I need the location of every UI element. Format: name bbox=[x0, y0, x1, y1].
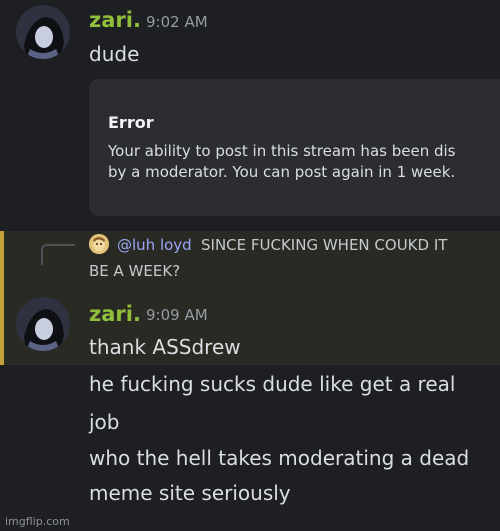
username[interactable]: zari. bbox=[89, 302, 141, 326]
message-line: who the hell takes moderating a dead bbox=[89, 446, 470, 470]
reply-text-line-2[interactable]: BE A WEEK? bbox=[89, 262, 180, 280]
embed-title: Error bbox=[108, 113, 154, 132]
watermark: imgflip.com bbox=[5, 515, 70, 528]
reply-mention[interactable]: @luh loyd bbox=[117, 236, 192, 254]
message-line: he fucking sucks dude like get a real bbox=[89, 372, 456, 396]
message-text: dude bbox=[89, 42, 140, 66]
reply-connector-icon bbox=[41, 244, 75, 265]
error-embed: Error Your ability to post in this strea… bbox=[89, 79, 500, 216]
message-line: meme site seriously bbox=[89, 481, 291, 505]
timestamp: 9:09 AM bbox=[146, 306, 208, 324]
reply-avatar[interactable] bbox=[89, 234, 109, 254]
timestamp: 9:02 AM bbox=[146, 13, 208, 31]
user-avatar[interactable] bbox=[16, 5, 70, 59]
embed-body-line-1: Your ability to post in this stream has … bbox=[108, 142, 456, 160]
embed-body-line-2: by a moderator. You can post again in 1 … bbox=[108, 163, 456, 181]
username[interactable]: zari. bbox=[89, 8, 141, 32]
embed-body: Your ability to post in this stream has … bbox=[108, 141, 455, 183]
highlight-bar bbox=[0, 231, 4, 365]
message-line: thank ASSdrew bbox=[89, 335, 241, 359]
user-avatar[interactable] bbox=[16, 297, 70, 351]
message-line: job bbox=[89, 410, 120, 434]
reply-text-line-1[interactable]: SINCE FUCKING WHEN COUKD IT bbox=[201, 236, 447, 254]
